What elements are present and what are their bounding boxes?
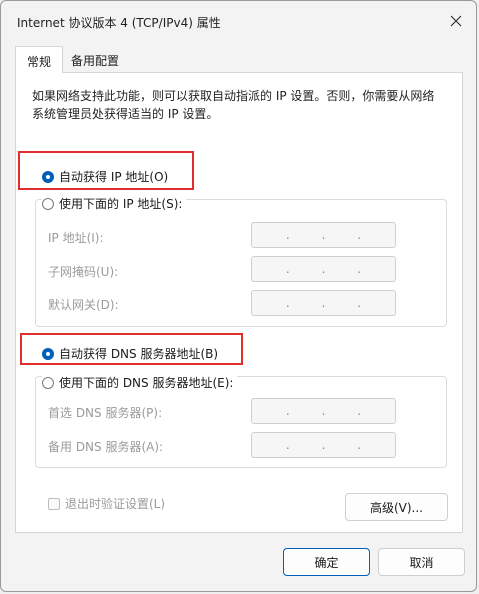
cancel-button[interactable]: 取消 [378,548,465,576]
radio-unchecked-icon [42,197,54,210]
ok-button[interactable]: 确定 [283,548,370,576]
checkbox-icon [48,497,60,510]
alternate-dns-label: 备用 DNS 服务器(A): [48,440,164,454]
radio-checked-icon [42,170,54,183]
tcpip-properties-dialog: Internet 协议版本 4 (TCP/IPv4) 属性 常规 备用配置 如果… [0,0,477,592]
alternate-dns-field[interactable]: ... [251,432,396,458]
window-title: Internet 协议版本 4 (TCP/IPv4) 属性 [17,16,221,30]
auto-dns-label: 自动获得 DNS 服务器地址(B) [59,347,219,361]
advanced-button[interactable]: 高级(V)... [345,493,448,521]
auto-dns-radio[interactable]: 自动获得 DNS 服务器地址(B) [42,345,223,362]
auto-ip-radio[interactable]: 自动获得 IP 地址(O) [42,168,173,185]
ip-address-label: IP 地址(I): [48,231,104,245]
radio-checked-icon [42,347,54,360]
description-text: 如果网络支持此功能，则可以获取自动指派的 IP 设置。否则，你需要从网络系统管理… [32,89,435,121]
close-icon [450,15,462,27]
default-gateway-label: 默认网关(D): [48,298,119,312]
preferred-dns-label: 首选 DNS 服务器(P): [48,406,163,420]
tab-general[interactable]: 常规 [15,46,63,73]
validate-on-exit-checkbox[interactable]: 退出时验证设置(L) [48,495,165,512]
title-bar: Internet 协议版本 4 (TCP/IPv4) 属性 [1,1,476,41]
default-gateway-field[interactable]: ... [251,290,396,316]
general-panel: 如果网络支持此功能，则可以获取自动指派的 IP 设置。否则，你需要从网络系统管理… [15,72,463,533]
subnet-mask-field[interactable]: ... [251,256,396,282]
manual-dns-label: 使用下面的 DNS 服务器地址(E): [59,376,234,390]
ip-address-field[interactable]: ... [251,222,396,248]
radio-unchecked-icon [42,376,54,389]
auto-ip-label: 自动获得 IP 地址(O) [59,170,169,184]
close-button[interactable] [436,1,476,41]
manual-dns-radio[interactable]: 使用下面的 DNS 服务器地址(E): [42,374,238,391]
preferred-dns-field[interactable]: ... [251,398,396,424]
manual-ip-label: 使用下面的 IP 地址(S): [59,197,183,211]
subnet-mask-label: 子网掩码(U): [48,265,119,279]
manual-ip-radio[interactable]: 使用下面的 IP 地址(S): [42,195,187,212]
validate-on-exit-label: 退出时验证设置(L) [65,497,166,511]
tab-alternate-config[interactable]: 备用配置 [65,46,125,72]
